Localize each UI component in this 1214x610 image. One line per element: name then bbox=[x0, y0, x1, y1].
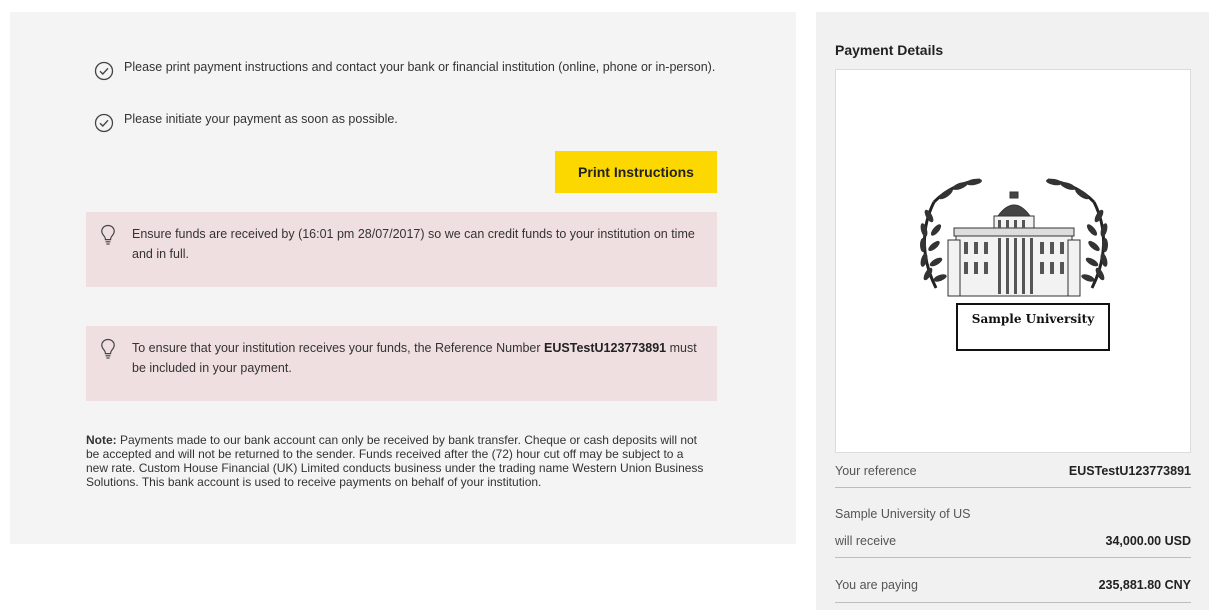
reference-number-notice: To ensure that your institution receives… bbox=[86, 326, 717, 401]
lightbulb-icon bbox=[101, 338, 115, 359]
divider bbox=[835, 487, 1191, 488]
note-text: Payments made to our bank account can on… bbox=[86, 433, 704, 489]
will-receive-label: will receive bbox=[835, 534, 897, 548]
check-circle-icon bbox=[94, 113, 114, 133]
will-receive-value: 34,000.00 USD bbox=[1105, 534, 1191, 548]
you-are-paying-label: You are paying bbox=[835, 578, 918, 592]
check-circle-icon bbox=[94, 61, 114, 81]
divider bbox=[835, 557, 1191, 558]
payment-details-panel: Payment Details Sample University Your r… bbox=[816, 12, 1209, 610]
you-are-paying-value: 235,881.80 CNY bbox=[1098, 578, 1191, 592]
bank-transfer-note: Note: Payments made to our bank account … bbox=[86, 433, 706, 489]
lightbulb-icon bbox=[101, 224, 115, 245]
step-print-instructions: Please print payment instructions and co… bbox=[94, 60, 734, 81]
divider bbox=[835, 602, 1191, 603]
university-building-icon bbox=[920, 178, 1108, 297]
your-reference-label: Your reference bbox=[835, 464, 917, 478]
notice-text-prefix: To ensure that your institution receives… bbox=[132, 341, 545, 355]
step-initiate-payment: Please initiate your payment as soon as … bbox=[94, 112, 734, 133]
step-text: Please print payment instructions and co… bbox=[124, 60, 716, 74]
funds-deadline-notice: Ensure funds are received by (16:01 pm 2… bbox=[86, 212, 717, 287]
notice-text: Ensure funds are received by (16:01 pm 2… bbox=[132, 227, 695, 261]
payment-details-title: Payment Details bbox=[835, 42, 944, 58]
your-reference-value: EUSTestU123773891 bbox=[1068, 464, 1191, 478]
payment-instructions-panel: Please print payment instructions and co… bbox=[10, 12, 796, 544]
reference-number: EUSTestU123773891 bbox=[544, 341, 667, 355]
note-label: Note: bbox=[86, 433, 117, 447]
recipient-name: Sample University of US bbox=[835, 507, 971, 521]
institution-logo: Sample University bbox=[835, 69, 1191, 453]
step-text: Please initiate your payment as soon as … bbox=[124, 112, 398, 126]
print-instructions-button[interactable]: Print Instructions bbox=[555, 151, 717, 193]
logo-label: Sample University bbox=[956, 303, 1110, 351]
